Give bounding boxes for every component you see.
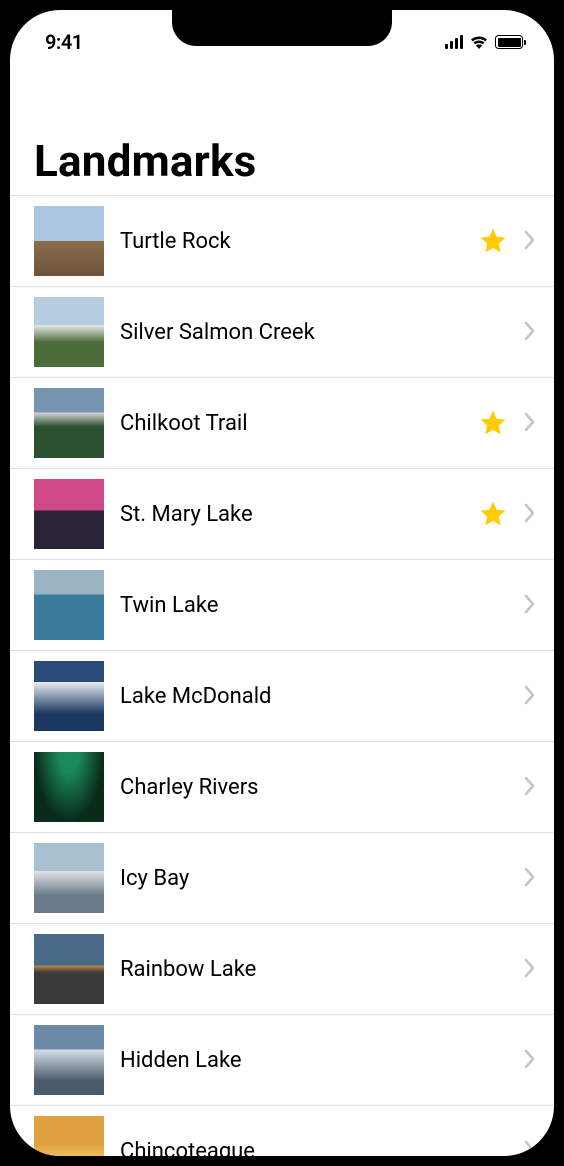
screen: 9:41 Landmarks (10, 10, 554, 1156)
status-indicators (445, 30, 527, 54)
content: Landmarks Turtle Rock Silver Salmon Creek… (10, 60, 554, 1156)
landmark-list[interactable]: Turtle Rock Silver Salmon Creek Chilkoot T… (10, 195, 554, 1156)
chevron-right-icon (524, 594, 540, 616)
landmark-name: Twin Lake (120, 593, 508, 618)
cellular-signal-icon (445, 35, 464, 49)
list-item[interactable]: Chilkoot Trail (10, 377, 554, 468)
landmark-name: Rainbow Lake (120, 957, 508, 982)
landmark-name: Hidden Lake (120, 1048, 508, 1073)
landmark-thumbnail (34, 297, 104, 367)
list-item[interactable]: St. Mary Lake (10, 468, 554, 559)
landmark-name: Silver Salmon Creek (120, 320, 508, 345)
battery-icon (495, 35, 526, 49)
landmark-name: Icy Bay (120, 866, 508, 891)
list-item[interactable]: Hidden Lake (10, 1014, 554, 1105)
list-item[interactable]: Silver Salmon Creek (10, 286, 554, 377)
list-item[interactable]: Icy Bay (10, 832, 554, 923)
list-item[interactable]: Twin Lake (10, 559, 554, 650)
favorite-star-icon (478, 499, 508, 529)
landmark-thumbnail (34, 843, 104, 913)
chevron-right-icon (524, 1049, 540, 1071)
chevron-right-icon (524, 958, 540, 980)
chevron-right-icon (524, 685, 540, 707)
landmark-name: St. Mary Lake (120, 502, 462, 527)
list-item[interactable]: Turtle Rock (10, 195, 554, 286)
page-title: Landmarks (10, 60, 554, 195)
landmark-name: Charley Rivers (120, 775, 508, 800)
favorite-star-icon (478, 408, 508, 438)
landmark-thumbnail (34, 1025, 104, 1095)
phone-frame: 9:41 Landmarks (0, 0, 564, 1166)
chevron-right-icon (524, 1140, 540, 1156)
chevron-right-icon (524, 503, 540, 525)
landmark-name: Lake McDonald (120, 684, 508, 709)
chevron-right-icon (524, 776, 540, 798)
notch (172, 10, 392, 46)
landmark-thumbnail (34, 479, 104, 549)
chevron-right-icon (524, 412, 540, 434)
landmark-name: Chincoteague (120, 1139, 508, 1157)
chevron-right-icon (524, 867, 540, 889)
landmark-thumbnail (34, 661, 104, 731)
list-item[interactable]: Rainbow Lake (10, 923, 554, 1014)
landmark-thumbnail (34, 1116, 104, 1156)
landmark-name: Chilkoot Trail (120, 411, 462, 436)
landmark-thumbnail (34, 752, 104, 822)
landmark-thumbnail (34, 388, 104, 458)
landmark-thumbnail (34, 570, 104, 640)
chevron-right-icon (524, 321, 540, 343)
favorite-star-icon (478, 226, 508, 256)
list-item[interactable]: Lake McDonald (10, 650, 554, 741)
chevron-right-icon (524, 230, 540, 252)
landmark-thumbnail (34, 934, 104, 1004)
list-item[interactable]: Charley Rivers (10, 741, 554, 832)
wifi-icon (469, 30, 489, 54)
list-item[interactable]: Chincoteague (10, 1105, 554, 1156)
status-time: 9:41 (45, 30, 83, 54)
landmark-thumbnail (34, 206, 104, 276)
landmark-name: Turtle Rock (120, 229, 462, 254)
